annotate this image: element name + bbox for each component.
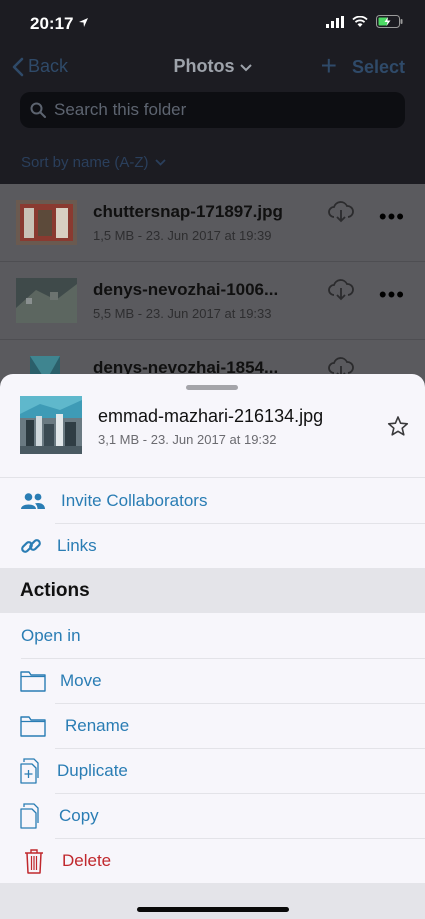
invite-collaborators-label: Invite Collaborators [61, 490, 208, 510]
cloud-download-icon[interactable] [327, 200, 355, 224]
file-meta: 5,5 MB - 23. Jun 2017 at 19:33 [93, 306, 272, 321]
home-indicator[interactable] [137, 907, 289, 912]
more-icon[interactable]: ••• [379, 204, 405, 230]
actions-section-header: Actions [0, 568, 425, 613]
file-name: denys-nevozhai-1006... [93, 280, 279, 299]
copy-label: Copy [59, 805, 99, 825]
duplicate-icon [20, 757, 42, 784]
delete-label: Delete [62, 850, 112, 870]
search-icon [30, 102, 46, 118]
file-thumbnail [16, 278, 77, 323]
sort-label: Sort by name (A-Z) [21, 154, 149, 171]
file-row[interactable]: denys-nevozhai-1006... 5,5 MB - 23. Jun … [0, 262, 425, 340]
link-icon [20, 535, 42, 557]
sheet-file-name: emmad-mazhari-216134.jpg [98, 406, 324, 426]
links-button[interactable]: Links [0, 523, 425, 568]
copy-button[interactable]: Copy [0, 793, 425, 838]
file-row[interactable]: chuttersnap-171897.jpg 1,5 MB - 23. Jun … [0, 184, 425, 262]
chevron-down-icon [154, 159, 166, 166]
actions-header-label: Actions [20, 580, 90, 601]
move-label: Move [60, 670, 102, 690]
links-label: Links [57, 535, 97, 555]
location-arrow-icon [79, 18, 88, 27]
chevron-down-icon [239, 64, 252, 72]
trash-icon [24, 848, 44, 874]
more-icon[interactable]: ••• [379, 282, 405, 308]
file-thumbnail [16, 200, 77, 245]
file-actions-sheet: emmad-mazhari-216134.jpg 3,1 MB - 23. Ju… [0, 374, 425, 919]
sheet-file-meta: 3,1 MB - 23. Jun 2017 at 19:32 [98, 432, 277, 447]
star-icon[interactable] [387, 415, 409, 437]
people-icon [20, 492, 46, 510]
select-button[interactable]: Select [352, 57, 405, 78]
status-icons [326, 15, 403, 28]
sheet-file-header: emmad-mazhari-216134.jpg 3,1 MB - 23. Ju… [0, 374, 425, 477]
signal-icon [326, 15, 344, 28]
folder-title: Photos [173, 56, 235, 76]
open-in-button[interactable]: Open in [0, 613, 425, 658]
open-in-label: Open in [21, 625, 81, 645]
file-name: chuttersnap-171897.jpg [93, 202, 283, 221]
rename-button[interactable]: Rename [0, 703, 425, 748]
sheet-footer [0, 883, 425, 919]
file-meta: 1,5 MB - 23. Jun 2017 at 19:39 [93, 228, 272, 243]
search-input[interactable] [52, 99, 386, 121]
add-button[interactable]: + [321, 50, 337, 82]
invite-collaborators-button[interactable]: Invite Collaborators [0, 478, 425, 523]
duplicate-button[interactable]: Duplicate [0, 748, 425, 793]
delete-button[interactable]: Delete [0, 838, 425, 883]
folder-icon [20, 715, 46, 737]
file-list: chuttersnap-171897.jpg 1,5 MB - 23. Jun … [0, 184, 425, 418]
status-time: 20:17 [30, 14, 74, 33]
file-thumbnail [20, 396, 82, 454]
cloud-download-icon[interactable] [327, 278, 355, 302]
folder-icon [20, 670, 46, 692]
copy-icon [20, 802, 42, 829]
search-bar [20, 92, 405, 128]
sort-button[interactable]: Sort by name (A-Z) [21, 154, 166, 171]
wifi-icon [352, 15, 368, 27]
navigation-bar: Back Photos + Select [0, 46, 425, 90]
duplicate-label: Duplicate [57, 760, 128, 780]
status-bar: 20:17 [0, 0, 425, 46]
move-button[interactable]: Move [0, 658, 425, 703]
battery-icon [376, 15, 403, 28]
rename-label: Rename [65, 715, 130, 735]
